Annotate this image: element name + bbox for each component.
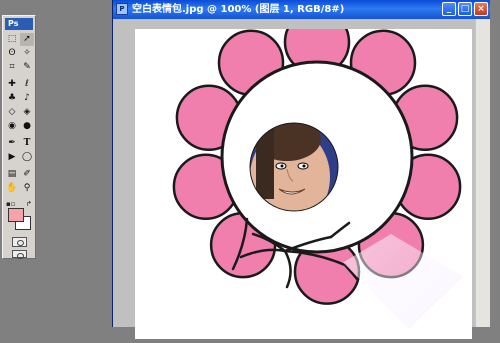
vertical-scrollbar[interactable]	[475, 19, 490, 327]
lasso-tool-icon[interactable]: ʘ	[5, 47, 19, 60]
screen-mode-icon[interactable]	[12, 250, 27, 259]
brush-tool-icon[interactable]: ℓ	[20, 78, 34, 91]
slice-tool-icon[interactable]: ✎	[20, 61, 34, 74]
quick-mask-mode-icon[interactable]	[12, 237, 27, 247]
default-colors-icon[interactable]: ▪▫	[6, 200, 16, 208]
minimize-button[interactable]: _	[442, 2, 456, 16]
pen-tool-icon[interactable]: ✒	[5, 137, 19, 150]
clone-stamp-tool-icon[interactable]: ♣	[5, 92, 19, 105]
close-button[interactable]: ×	[474, 2, 488, 16]
path-selection-tool-icon[interactable]: ▶	[5, 151, 19, 164]
type-tool-icon[interactable]: T	[20, 137, 34, 150]
canvas-workspace[interactable]	[113, 8, 476, 339]
healing-brush-tool-icon[interactable]: ✚	[5, 78, 19, 91]
crop-tool-icon[interactable]: ⌗	[5, 61, 19, 74]
blur-tool-icon[interactable]: ◉	[5, 120, 19, 133]
history-brush-tool-icon[interactable]: ♪	[20, 92, 34, 105]
photoshop-logo[interactable]: Ps	[5, 18, 33, 30]
shape-tool-icon[interactable]: ◯	[20, 151, 34, 164]
notes-tool-icon[interactable]: ▤	[5, 168, 19, 181]
eyedropper-tool-icon[interactable]: ✐	[20, 168, 34, 181]
document-window: P 空白表情包.jpg @ 100% (图层 1, RGB/8#) _ □ ×	[112, 0, 490, 339]
move-tool-icon[interactable]: ➚	[20, 33, 34, 46]
zoom-tool-icon[interactable]: ⚲	[20, 182, 34, 195]
document-title: 空白表情包.jpg @ 100% (图层 1, RGB/8#)	[132, 4, 345, 15]
magic-wand-tool-icon[interactable]: ✧	[20, 47, 34, 60]
document-title-bar[interactable]: P 空白表情包.jpg @ 100% (图层 1, RGB/8#) _ □ ×	[113, 0, 490, 19]
dodge-tool-icon[interactable]: ●	[20, 120, 34, 133]
tools-palette: Ps ⬚ ➚ ʘ ✧ ⌗ ✎ ✚ ℓ ♣ ♪ ◇ ◈ ◉ ● ✒ T ▶ ◯ ▤…	[2, 15, 36, 259]
eraser-tool-icon[interactable]: ◇	[5, 106, 19, 119]
maximize-button[interactable]: □	[458, 2, 472, 16]
marquee-tool-icon[interactable]: ⬚	[5, 33, 19, 46]
paint-bucket-tool-icon[interactable]: ◈	[20, 106, 34, 119]
ps-document-icon: P	[116, 3, 128, 15]
swap-colors-icon[interactable]: ↱	[26, 200, 32, 208]
foreground-color-swatch[interactable]	[8, 208, 24, 222]
hand-tool-icon[interactable]: ✋	[5, 182, 19, 195]
